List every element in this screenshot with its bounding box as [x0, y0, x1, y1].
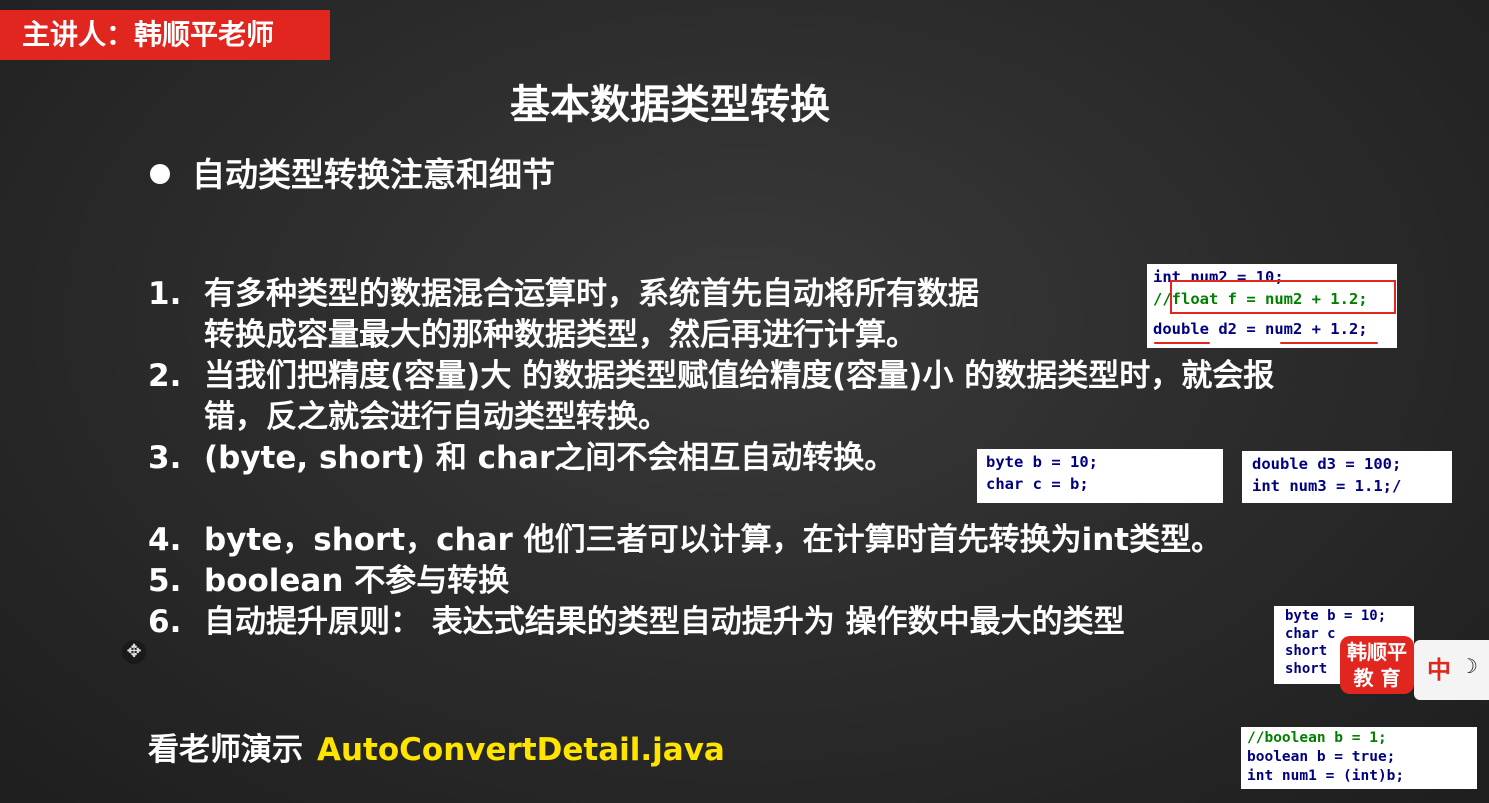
list-item-3: 3. (byte, short) 和 char之间不会相互自动转换。 [148, 438, 895, 479]
ime-moon-icon[interactable]: ☽ [1460, 654, 1478, 678]
code-snippet-boolean: //boolean b = 1; boolean b = true; int n… [1241, 727, 1477, 789]
code-line: boolean b = true; [1247, 749, 1396, 765]
list-text: 有多种类型的数据混合运算时，系统首先自动将所有数据 [204, 276, 979, 312]
presenter-badge: 主讲人：韩顺平老师 [0, 10, 330, 60]
list-text: 当我们把精度(容量)大 的数据类型赋值给精度(容量)小 的数据类型时，就会报 [204, 358, 1275, 394]
red-underline [1154, 342, 1210, 344]
code-line: int num1 = (int)b; [1247, 768, 1405, 784]
list-text: (byte, short) 和 char之间不会相互自动转换。 [204, 440, 896, 476]
logo-text: 教 育 [1353, 666, 1401, 690]
code-line: double d2 = num2 + 1.2; [1153, 320, 1368, 338]
slide-title: 基本数据类型转换 [510, 82, 830, 128]
list-item-2: 2. 当我们把精度(容量)大 的数据类型赋值给精度(容量)小 的数据类型时，就会报… [148, 356, 1274, 438]
code-line: byte b = 10; [986, 453, 1098, 471]
brand-logo: 韩顺平 教 育 [1340, 636, 1414, 694]
move-cursor-icon: ✥ [122, 640, 146, 664]
list-item-6: 6. 自动提升原则： 表达式结果的类型自动提升为 操作数中最大的类型 [148, 602, 1125, 643]
list-number: 5. [148, 563, 182, 599]
code-line: int num3 = 1.1;/ [1252, 477, 1402, 495]
demo-label: 看老师演示 [148, 732, 303, 768]
code-snippet-double-int: double d3 = 100; int num3 = 1.1;/ [1242, 451, 1452, 503]
list-number: 6. [148, 604, 182, 640]
list-item-5: 5. boolean 不参与转换 [148, 561, 509, 602]
list-text: 自动提升原则： 表达式结果的类型自动提升为 操作数中最大的类型 [204, 604, 1125, 640]
list-number: 3. [148, 440, 182, 476]
section-heading-text: 自动类型转换注意和细节 [192, 155, 555, 194]
red-underline [1280, 342, 1378, 344]
code-line: //boolean b = 1; [1247, 730, 1387, 746]
list-number: 4. [148, 522, 182, 558]
bullet-dot [150, 163, 170, 184]
code-line: char c = b; [986, 475, 1089, 493]
list-item-1: 1. 有多种类型的数据混合运算时，系统首先自动将所有数据 转换成容量最大的那种数据类… [148, 274, 979, 356]
code-line: byte b = 10; [1285, 608, 1387, 624]
logo-text: 韩顺平 [1347, 640, 1407, 664]
code-snippet-byte-char: byte b = 10; char c = b; [977, 449, 1223, 503]
ime-toolbar[interactable]: 中 ☽ [1414, 640, 1489, 700]
list-text: boolean 不参与转换 [204, 563, 510, 599]
list-number: 2. [148, 358, 182, 394]
code-line: double d3 = 100; [1252, 455, 1402, 473]
demo-filename: AutoConvertDetail.java [317, 732, 725, 768]
list-item-4: 4. byte，short，char 他们三者可以计算，在计算时首先转换为int类… [148, 520, 1222, 561]
ime-language-toggle[interactable]: 中 [1427, 650, 1451, 685]
section-heading: 自动类型转换注意和细节 [150, 148, 555, 196]
list-number: 1. [148, 276, 182, 312]
demo-line: 看老师演示 AutoConvertDetail.java [148, 724, 725, 769]
list-text: 转换成容量最大的那种数据类型，然后再进行计算。 [204, 317, 917, 353]
highlight-box [1170, 280, 1396, 314]
list-text: byte，short，char 他们三者可以计算，在计算时首先转换为int类型。 [204, 522, 1223, 558]
list-text: 错，反之就会进行自动类型转换。 [204, 399, 669, 435]
